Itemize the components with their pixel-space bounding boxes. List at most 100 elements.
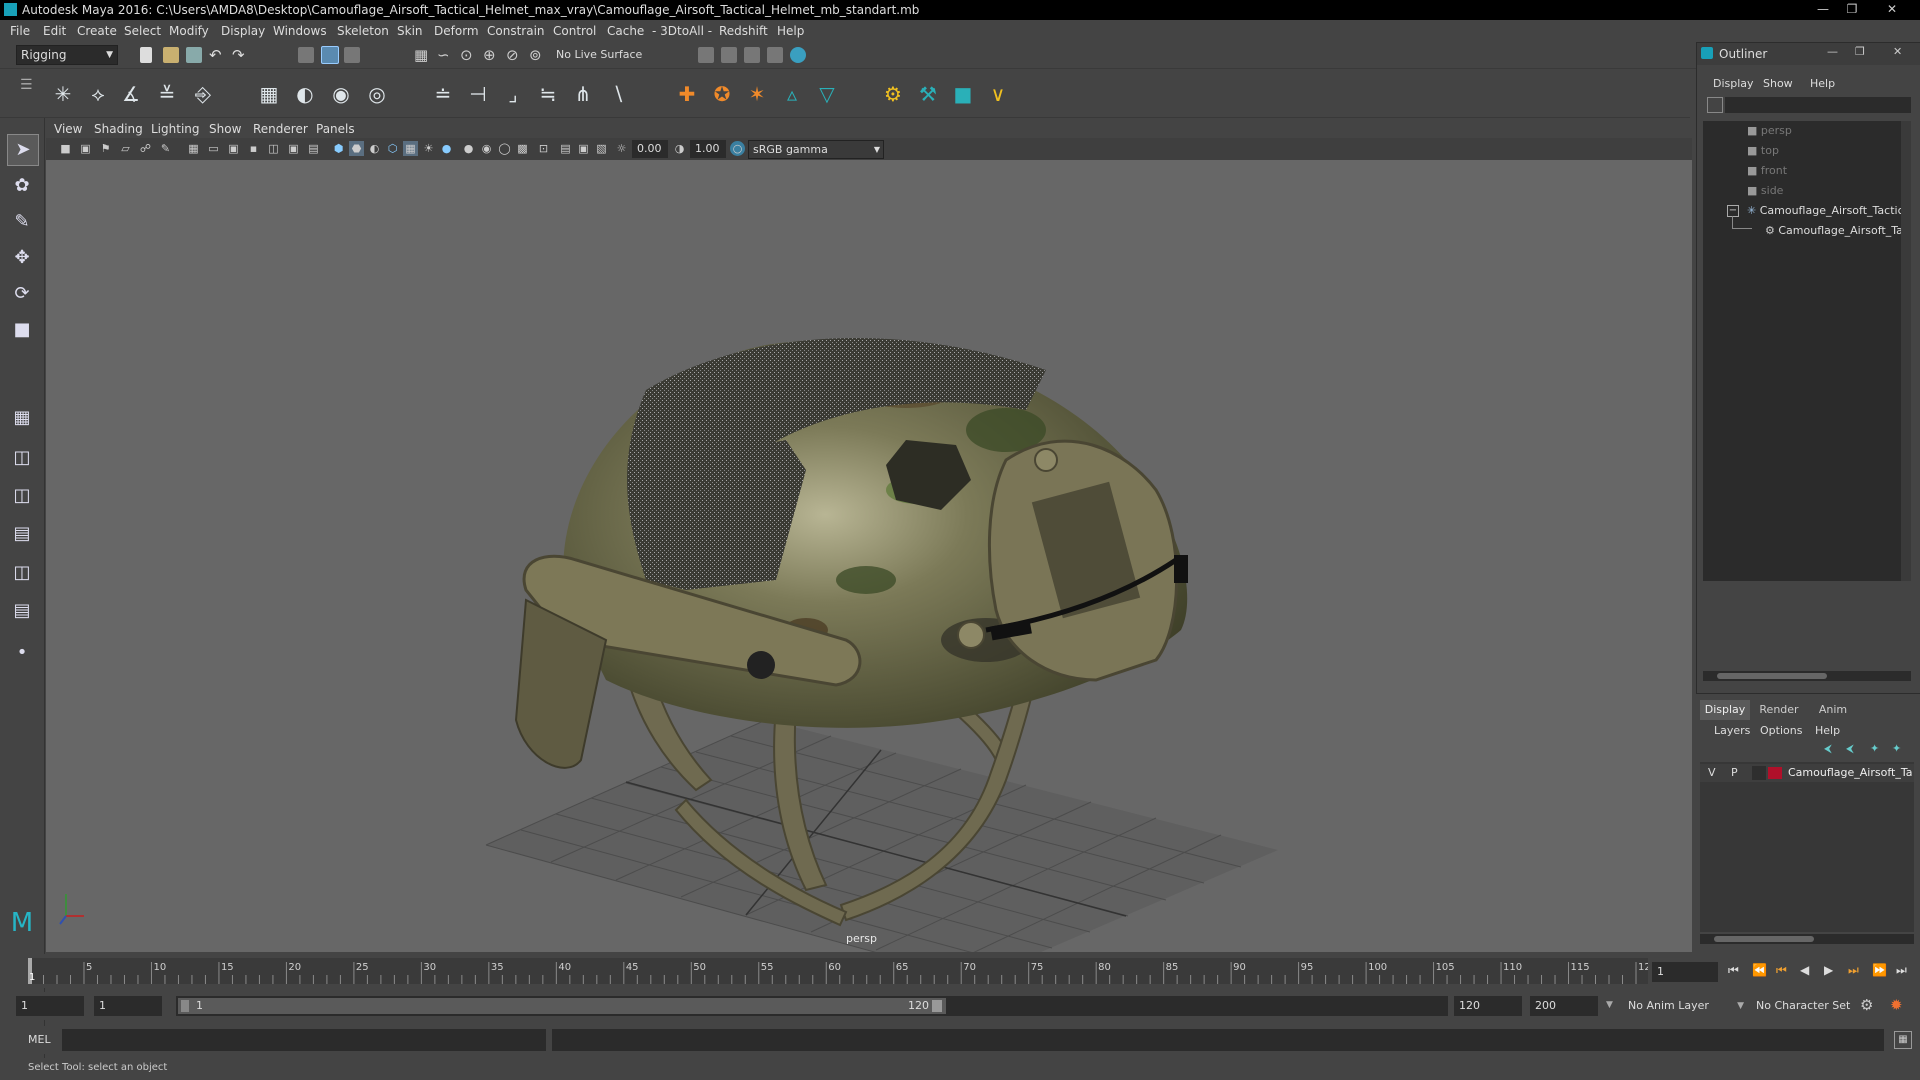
anim-layer-dropdown[interactable]: No Anim Layer ▼	[1622, 996, 1748, 1016]
xray-joints-icon[interactable]: ▤	[558, 141, 573, 156]
viewport-menu-panels[interactable]: Panels	[316, 122, 355, 136]
collapse-toggle-icon[interactable]: −	[1727, 205, 1739, 217]
menu-control[interactable]: Control	[553, 24, 596, 38]
step-forward-key-icon[interactable]: ⏩	[1872, 963, 1887, 977]
select-object-icon[interactable]	[321, 46, 339, 64]
detach-skin-icon[interactable]: ⌟	[500, 81, 526, 107]
move-layer-up-icon[interactable]: ⮜	[1824, 742, 1832, 756]
menu-edit[interactable]: Edit	[43, 24, 66, 38]
menu-redshift[interactable]: Redshift	[719, 24, 768, 38]
joint-tool-icon[interactable]: ✳	[50, 81, 76, 107]
layers-menu-help[interactable]: Help	[1815, 724, 1840, 737]
two-d-pan-icon[interactable]: ☍	[138, 141, 153, 156]
parent-constraint-icon[interactable]: ▵	[779, 81, 805, 107]
viewport-3d[interactable]: persp	[46, 160, 1692, 952]
ipr-render-icon[interactable]	[744, 47, 760, 63]
layer-playback-toggle[interactable]: P	[1731, 766, 1738, 779]
exposure-icon[interactable]: ☼	[614, 141, 629, 156]
orient-constraint-icon[interactable]: ✶	[744, 81, 770, 107]
layer-color-swatch[interactable]	[1768, 767, 1782, 779]
wireframe-on-shaded-icon[interactable]: ◐	[367, 141, 382, 156]
outliner-item-mesh[interactable]: ⚙ Camouflage_Airsoft_Ta	[1765, 224, 1903, 237]
open-scene-icon[interactable]	[163, 47, 179, 63]
go-to-end-icon[interactable]: ⏭	[1896, 963, 1907, 978]
grease-pencil-icon[interactable]: ✎	[158, 141, 173, 156]
close-icon[interactable]: ✕	[1870, 1, 1914, 17]
outliner-item-side[interactable]: ■ side	[1747, 184, 1783, 197]
outliner-menu-show[interactable]: Show	[1763, 77, 1793, 90]
two-view-side-icon[interactable]: ◫	[7, 481, 37, 511]
step-back-key-icon[interactable]: ⏪	[1752, 963, 1767, 977]
menu-cache[interactable]: Cache	[607, 24, 644, 38]
layer-horizontal-scrollbar[interactable]	[1700, 934, 1914, 944]
snap-vertex-icon[interactable]: ⊚	[529, 47, 545, 63]
bind-skin-icon[interactable]: ≐	[430, 81, 456, 107]
cluster-icon[interactable]: ▦	[256, 81, 282, 107]
live-surface-label[interactable]: No Live Surface	[556, 48, 642, 61]
outliner-maximize-icon[interactable]: ❐	[1855, 45, 1865, 58]
snap-point-icon[interactable]: ⊙	[460, 47, 476, 63]
resolution-gate-icon[interactable]: ▣	[226, 141, 241, 156]
interactive-bind-icon[interactable]: ∖	[605, 81, 631, 107]
scale-tool-icon[interactable]: ■	[7, 315, 37, 345]
snap-surface-icon[interactable]: ⊘	[506, 47, 522, 63]
outliner-item-group[interactable]: ✳ Camouflage_Airsoft_Tactic	[1747, 204, 1904, 217]
smooth-bind-icon[interactable]: ≒	[535, 81, 561, 107]
maximize-icon[interactable]: ❐	[1841, 1, 1863, 17]
tab-render[interactable]: Render	[1754, 700, 1804, 720]
redo-icon[interactable]: ↷	[232, 47, 248, 63]
layer-name[interactable]: Camouflage_Airsoft_Ta	[1788, 766, 1912, 779]
safe-action-icon[interactable]: ▣	[286, 141, 301, 156]
shadows-icon[interactable]: ☀	[421, 141, 436, 156]
orient-joint-icon[interactable]: ⎆	[190, 81, 216, 107]
viewport-menu-shading[interactable]: Shading	[94, 122, 143, 136]
viewport-menu-show[interactable]: Show	[209, 122, 241, 136]
wireframe-icon[interactable]: ⬢	[331, 141, 346, 156]
screen-space-ao-icon[interactable]: ●	[439, 141, 454, 156]
textured-icon[interactable]: ⬡	[385, 141, 400, 156]
play-backward-icon[interactable]: ◀	[1800, 963, 1809, 977]
depth-of-field-icon[interactable]: ◯	[497, 141, 512, 156]
use-all-lights-icon[interactable]: ▦	[403, 141, 418, 156]
snap-grid-icon[interactable]: ▦	[414, 47, 430, 63]
scrollbar-thumb[interactable]	[1717, 673, 1827, 679]
undo-icon[interactable]: ↶	[209, 47, 225, 63]
step-forward-frame-icon[interactable]: ⏭	[1848, 963, 1859, 978]
end-time-field[interactable]: 200	[1530, 996, 1598, 1016]
film-gate-icon[interactable]: ▭	[206, 141, 221, 156]
safe-title-icon[interactable]: ▤	[306, 141, 321, 156]
select-component-icon[interactable]	[344, 47, 360, 63]
layout-more-icon[interactable]: •	[7, 638, 37, 668]
ik-spline-icon[interactable]: ∡	[118, 81, 144, 107]
character-set-dropdown[interactable]: No Character Set	[1750, 996, 1876, 1016]
smooth-shade-icon[interactable]: ⬣	[349, 141, 364, 156]
snap-curve-icon[interactable]: ∽	[437, 47, 453, 63]
exposure-field[interactable]: 0.00	[632, 140, 668, 158]
point-constraint-icon[interactable]: ✚	[674, 81, 700, 107]
geometry-constraint-icon[interactable]: ⚒	[915, 81, 941, 107]
playback-start-field[interactable]: 1	[94, 996, 162, 1016]
outliner-close-icon[interactable]: ✕	[1893, 45, 1902, 58]
chevron-down-icon[interactable]: ▼	[1606, 1000, 1613, 1010]
gamma-icon[interactable]: ◑	[672, 141, 687, 156]
menu-deform[interactable]: Deform	[434, 24, 479, 38]
single-view-icon[interactable]: ▦	[7, 403, 37, 433]
playback-end-field[interactable]: 120	[1454, 996, 1522, 1016]
wire-icon[interactable]: ◉	[328, 81, 354, 107]
color-space-dropdown[interactable]: sRGB gamma ▼	[748, 140, 884, 159]
field-chart-icon[interactable]: ◫	[266, 141, 281, 156]
menu-help[interactable]: Help	[777, 24, 804, 38]
current-frame-field[interactable]: 1	[1652, 962, 1718, 982]
layers-menu-layers[interactable]: Layers	[1714, 724, 1750, 737]
paint-select-icon[interactable]: ✎	[7, 207, 37, 237]
menu-constrain[interactable]: Constrain	[487, 24, 545, 38]
outliner-filter-icon[interactable]	[1707, 97, 1723, 113]
menu-file[interactable]: File	[10, 24, 30, 38]
rigid-bind-icon[interactable]: ⋔	[570, 81, 596, 107]
range-end-grip-icon[interactable]	[932, 1000, 942, 1012]
two-view-stacked-icon[interactable]: ▤	[7, 519, 37, 549]
tangent-constraint-icon[interactable]: ∨	[985, 81, 1011, 107]
graph-persp-icon[interactable]: ▤	[7, 596, 37, 626]
menu-modify[interactable]: Modify	[169, 24, 209, 38]
select-camera-icon[interactable]: ■	[58, 141, 73, 156]
